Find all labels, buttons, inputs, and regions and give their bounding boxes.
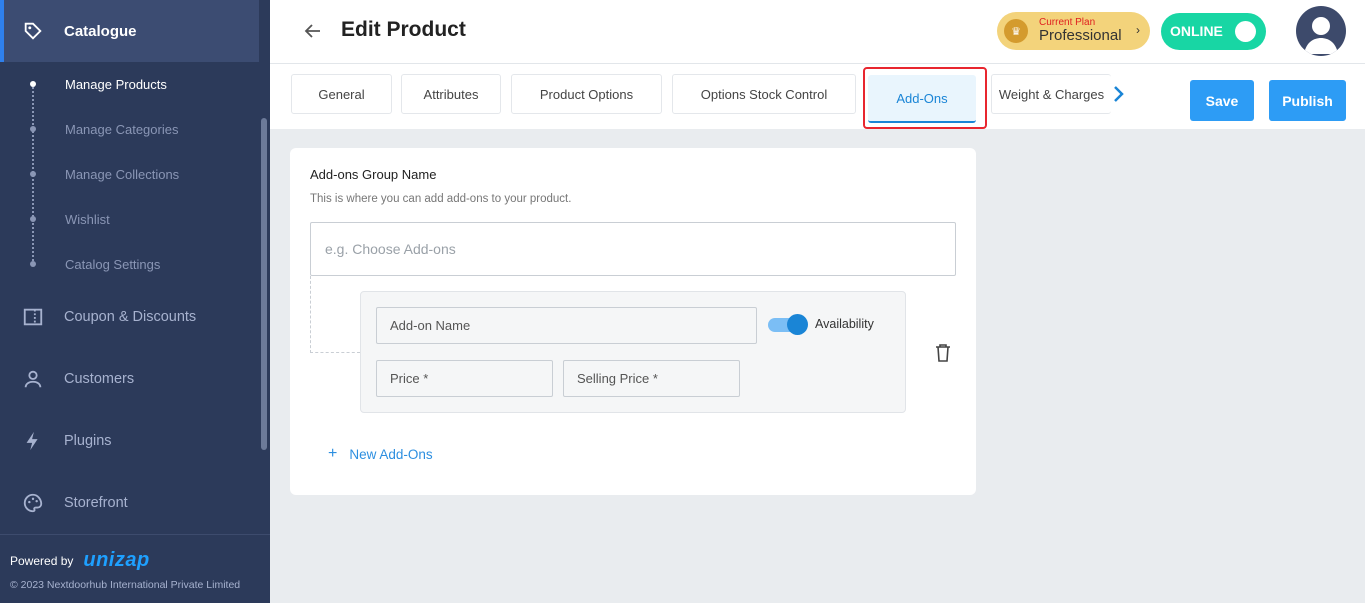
- new-addon-label: New Add-Ons: [349, 446, 433, 462]
- price-input[interactable]: Price *: [376, 360, 553, 397]
- coupon-icon: [23, 308, 43, 326]
- powered-by-label: Powered by: [10, 553, 74, 568]
- sidebar: Catalogue Manage Products Manage Categor…: [0, 0, 270, 603]
- trash-icon[interactable]: [934, 343, 952, 363]
- sidebar-section-title: Catalogue: [64, 22, 137, 40]
- sidebar-scrollbar[interactable]: [261, 118, 267, 450]
- bullet-icon: [30, 216, 36, 222]
- sidebar-item-manage-products[interactable]: Manage Products: [0, 74, 259, 94]
- publish-button[interactable]: Publish: [1269, 80, 1346, 121]
- sidebar-item-storefront[interactable]: Storefront: [0, 483, 259, 523]
- tab-attributes[interactable]: Attributes: [401, 74, 501, 114]
- copyright: © 2023 Nextdoorhub International Private…: [10, 579, 241, 591]
- selling-price-input[interactable]: Selling Price *: [563, 360, 740, 397]
- brand-logo: unizap: [83, 549, 150, 571]
- sidebar-item-label: Storefront: [64, 495, 128, 511]
- addons-card: Add-ons Group Name This is where you can…: [290, 148, 976, 495]
- save-button[interactable]: Save: [1190, 80, 1254, 121]
- sidebar-item-plugins[interactable]: Plugins: [0, 421, 259, 461]
- bullet-icon: [30, 126, 36, 132]
- sidebar-item-customers[interactable]: Customers: [0, 359, 259, 399]
- tag-icon: [24, 22, 42, 40]
- back-arrow-icon[interactable]: [304, 22, 322, 40]
- status-label: ONLINE: [1170, 23, 1223, 39]
- group-help-text: This is where you can add add-ons to you…: [310, 193, 572, 205]
- availability-toggle[interactable]: [768, 314, 808, 335]
- sidebar-section-catalogue[interactable]: Catalogue: [0, 0, 259, 62]
- tab-options-stock-control[interactable]: Options Stock Control: [672, 74, 856, 114]
- toggle-knob: [1235, 21, 1256, 42]
- sidebar-item-label: Customers: [64, 371, 135, 387]
- page-title: Edit Product: [341, 18, 466, 41]
- chevron-right-icon: ›: [1136, 23, 1140, 37]
- sidebar-item-manage-collections[interactable]: Manage Collections: [0, 164, 259, 184]
- plus-icon: +: [328, 445, 338, 462]
- top-header: Edit Product ♛ Current Plan Professional…: [270, 0, 1365, 64]
- chevron-right-icon[interactable]: [1112, 84, 1126, 104]
- current-plan-badge[interactable]: ♛ Current Plan Professional ›: [997, 12, 1150, 50]
- toggle-knob: [787, 314, 808, 335]
- tab-general[interactable]: General: [291, 74, 392, 114]
- user-avatar-icon: [1304, 17, 1338, 54]
- crown-icon: ♛: [1004, 19, 1028, 43]
- bullet-icon: [30, 261, 36, 267]
- avatar[interactable]: [1296, 6, 1346, 56]
- palette-icon: [23, 493, 43, 513]
- sidebar-item-label: Wishlist: [65, 211, 110, 227]
- plan-name: Professional: [1039, 27, 1122, 44]
- sidebar-item-wishlist[interactable]: Wishlist: [0, 209, 259, 229]
- group-name-label: Add-ons Group Name: [310, 167, 437, 182]
- sidebar-item-label: Plugins: [64, 433, 112, 449]
- user-icon: [24, 370, 42, 388]
- sidebar-item-catalog-settings[interactable]: Catalog Settings: [0, 254, 259, 274]
- powered-by: Powered by unizap: [10, 549, 150, 572]
- bullet-icon: [30, 81, 36, 87]
- sidebar-item-coupons[interactable]: Coupon & Discounts: [0, 297, 259, 337]
- availability-label: Availability: [815, 317, 874, 331]
- tab-weight-charges[interactable]: Weight & Charges: [991, 74, 1111, 114]
- sidebar-item-label: Manage Products: [65, 76, 167, 92]
- sidebar-item-label: Manage Categories: [65, 121, 179, 137]
- new-addon-button[interactable]: + New Add-Ons: [328, 445, 433, 463]
- bolt-icon: [26, 431, 38, 451]
- tree-connector: [310, 276, 360, 353]
- tab-product-options[interactable]: Product Options: [511, 74, 662, 114]
- highlight-box: [863, 67, 987, 129]
- sidebar-item-label: Manage Collections: [65, 166, 180, 182]
- sidebar-footer: Powered by unizap © 2023 Nextdoorhub Int…: [0, 534, 270, 603]
- bullet-icon: [30, 171, 36, 177]
- online-status-toggle[interactable]: ONLINE: [1161, 13, 1266, 50]
- sidebar-item-label: Catalog Settings: [65, 256, 161, 272]
- product-tabs: General Attributes Product Options Optio…: [270, 64, 1365, 129]
- group-name-input[interactable]: e.g. Choose Add-ons: [310, 222, 956, 276]
- sidebar-item-manage-categories[interactable]: Manage Categories: [0, 119, 259, 139]
- sidebar-item-label: Coupon & Discounts: [64, 309, 197, 325]
- addon-item: Add-on Name Availability Price * Selling…: [360, 291, 906, 413]
- addon-name-input[interactable]: Add-on Name: [376, 307, 757, 344]
